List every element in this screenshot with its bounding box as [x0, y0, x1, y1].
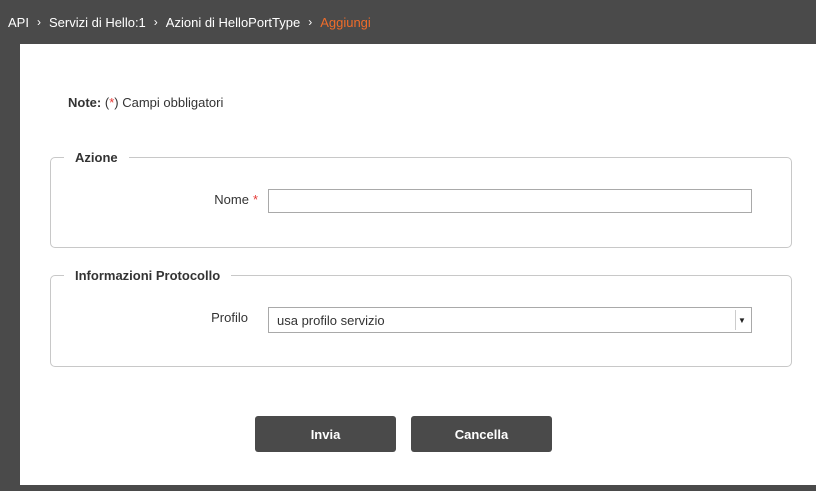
cancella-button[interactable]: Cancella — [411, 416, 552, 452]
breadcrumb-item-servizi[interactable]: Servizi di Hello:1 — [49, 15, 146, 30]
dropdown-arrow-icon[interactable]: ▼ — [735, 310, 748, 330]
breadcrumb-item-api[interactable]: API — [8, 15, 29, 30]
required-fields-note: Note: (*) Campi obbligatori — [68, 95, 224, 110]
frame-left-border — [0, 44, 20, 491]
profilo-select[interactable]: usa profilo servizio ▼ — [268, 307, 752, 333]
profilo-selected-value: usa profilo servizio — [277, 312, 385, 328]
nome-label: Nome * — [214, 192, 258, 207]
frame-bottom-border — [0, 485, 816, 491]
azione-legend: Azione — [75, 150, 118, 165]
invia-button[interactable]: Invia — [255, 416, 396, 452]
chevron-right-icon: › — [308, 15, 313, 29]
breadcrumb-current: Aggiungi — [320, 14, 371, 30]
chevron-right-icon: › — [153, 15, 158, 29]
required-asterisk: * — [252, 192, 258, 207]
breadcrumb-item-azioni[interactable]: Azioni di HelloPortType — [166, 15, 300, 30]
protocollo-legend: Informazioni Protocollo — [75, 268, 221, 283]
chevron-right-icon: › — [36, 15, 41, 29]
note-text: Campi obbligatori — [122, 95, 224, 110]
profilo-label: Profilo — [211, 310, 248, 325]
breadcrumb: API › Servizi di Hello:1 › Azioni di Hel… — [0, 0, 816, 44]
note-prefix: Note: — [68, 95, 102, 110]
nome-input[interactable] — [268, 189, 752, 213]
